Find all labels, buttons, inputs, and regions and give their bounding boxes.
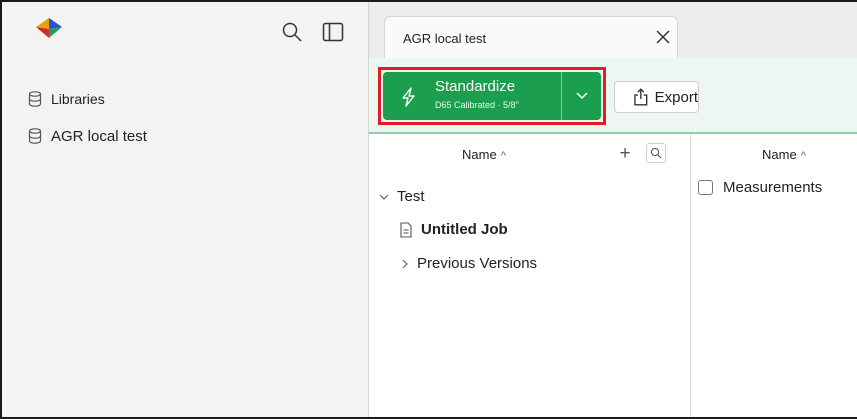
add-button[interactable]: + <box>615 144 635 164</box>
chevron-down-icon <box>575 92 588 100</box>
measurements-panel: Name ^ Measurements <box>691 134 857 417</box>
tree-item-label: Previous Versions <box>417 255 538 272</box>
name-column-header[interactable]: Name ^ <box>762 147 806 162</box>
toolbar: Standardize D65 Calibrated · 5/8" Export <box>369 58 857 134</box>
chevron-right-icon <box>402 259 408 268</box>
chevron-up-icon: ^ <box>500 150 506 162</box>
database-icon <box>28 91 42 107</box>
standardize-split-button: Standardize D65 Calibrated · 5/8" <box>383 72 601 120</box>
tree-item-label: Untitled Job <box>421 221 508 238</box>
tab-agr-local-test[interactable]: AGR local test <box>384 16 678 58</box>
app-window: Libraries AGR local test AGR local test <box>0 0 857 419</box>
column-header-label: Name <box>462 147 497 162</box>
standardize-dropdown-button[interactable] <box>561 72 601 120</box>
row-checkbox[interactable] <box>698 180 713 195</box>
jobs-panel-header: Name ^ + <box>369 143 690 168</box>
list-item-label: Measurements <box>723 179 823 196</box>
sidebar-item-libraries[interactable]: Libraries <box>28 88 105 110</box>
list-item-measurements[interactable]: Measurements <box>698 179 822 196</box>
sidebar-toggle-icon[interactable] <box>322 22 344 42</box>
tree-item-test[interactable]: Test <box>379 188 425 205</box>
search-icon[interactable] <box>281 21 303 43</box>
document-icon <box>400 221 412 238</box>
tree-item-previous-versions[interactable]: Previous Versions <box>401 255 537 272</box>
sidebar: Libraries AGR local test <box>2 2 369 417</box>
tab-bar: AGR local test <box>369 2 857 58</box>
prism-logo-icon <box>36 18 62 38</box>
column-header-label: Name <box>762 147 797 162</box>
standardize-button[interactable]: Standardize D65 Calibrated · 5/8" <box>383 72 561 120</box>
search-icon <box>650 147 662 159</box>
sidebar-item-label: AGR local test <box>51 127 147 145</box>
standardize-sublabel: D65 Calibrated · 5/8" <box>435 100 519 110</box>
panel-search-button[interactable] <box>646 143 666 163</box>
sidebar-item-label: Libraries <box>51 91 105 107</box>
chevron-down-icon <box>379 194 389 200</box>
close-icon[interactable] <box>653 27 673 47</box>
name-column-header[interactable]: Name ^ <box>462 147 506 162</box>
export-label: Export <box>654 88 698 106</box>
share-icon <box>634 88 648 106</box>
lightning-icon <box>402 87 415 107</box>
tree-item-untitled-job[interactable]: Untitled Job <box>399 221 508 238</box>
tree-item-label: Test <box>397 188 425 205</box>
standardize-label: Standardize <box>435 78 516 95</box>
main-area: AGR local test Standardize D65 Calibrate… <box>369 2 857 417</box>
tab-title: AGR local test <box>403 31 487 46</box>
sidebar-item-agr-local-test[interactable]: AGR local test <box>28 125 147 147</box>
database-icon <box>28 128 42 144</box>
export-button[interactable]: Export <box>614 81 699 113</box>
chevron-up-icon: ^ <box>800 150 806 162</box>
jobs-panel: Name ^ + Test Untitled Job Previous Vers… <box>369 134 691 417</box>
